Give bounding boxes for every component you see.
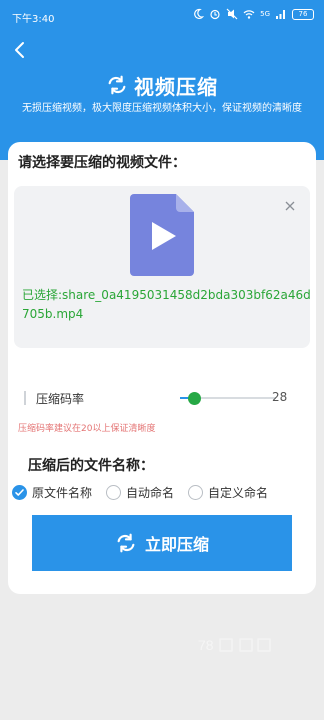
bitrate-row: 压缩码率 28 <box>18 386 308 410</box>
compress-now-button[interactable]: 立即压缩 <box>32 515 292 571</box>
compress-sync-icon <box>117 533 135 553</box>
radio-label: 自动命名 <box>126 486 175 500</box>
title-text: 视频压缩 <box>134 74 218 99</box>
name-options: 原文件名称 自动命名 自定义命名 <box>12 484 312 504</box>
bitrate-label: 压缩码率 <box>36 392 85 406</box>
page-title: 视频压缩 <box>0 70 324 100</box>
bitrate-value: 28 <box>272 390 288 404</box>
compress-sync-icon <box>108 75 126 95</box>
rate-divider <box>24 391 26 405</box>
bitrate-slider[interactable] <box>180 392 276 405</box>
status-time: 下午3:40 <box>12 14 55 25</box>
back-icon[interactable] <box>8 38 32 62</box>
file-section-title: 请选择要压缩的视频文件： <box>18 155 186 171</box>
mute-icon <box>226 8 238 20</box>
bitrate-hint: 压缩码率建议在20以上保证清晰度 <box>18 424 156 434</box>
status-bar: 下午3:40 5G 76 <box>0 0 324 32</box>
compress-button-label: 立即压缩 <box>144 537 209 554</box>
radio-dot[interactable] <box>12 485 27 500</box>
close-icon[interactable] <box>284 200 296 212</box>
cellular-signal-icon <box>276 10 285 19</box>
selected-prefix: 已选择: <box>22 288 63 302</box>
svg-text:78: 78 <box>198 637 214 653</box>
wifi-icon <box>243 10 255 19</box>
radio-custom-name[interactable]: 自定义命名 <box>188 484 268 501</box>
radio-dot[interactable] <box>188 485 203 500</box>
slider-thumb[interactable] <box>188 392 202 405</box>
battery-icon: 76 <box>292 8 314 20</box>
radio-auto-name[interactable]: 自动命名 <box>106 484 174 501</box>
watermark-logo: 78 <box>198 637 271 653</box>
video-file-icon <box>130 194 194 276</box>
selected-file-name: 已选择:share_0a4195031458d2bda303bf62a46d70… <box>22 286 312 324</box>
alarm-icon <box>210 9 220 20</box>
signal-label: 5G <box>260 10 270 18</box>
file-name: share_0a4195031458d2bda303bf62a46d705b.m… <box>22 288 311 321</box>
radio-original-name[interactable]: 原文件名称 <box>12 484 92 501</box>
header-background: 下午3:40 5G 76 视频压缩 无损压缩视频，极大限度压缩视频体积大小，保证… <box>0 0 324 160</box>
page-subtitle: 无损压缩视频，极大限度压缩视频体积大小，保证视频的清晰度 <box>22 103 302 114</box>
name-section-title: 压缩后的文件名称： <box>28 458 154 474</box>
status-icons: 5G 76 <box>192 8 314 20</box>
moon-icon <box>194 8 205 20</box>
radio-dot[interactable] <box>106 485 121 500</box>
radio-label: 自定义命名 <box>208 486 269 500</box>
radio-label: 原文件名称 <box>32 486 93 500</box>
